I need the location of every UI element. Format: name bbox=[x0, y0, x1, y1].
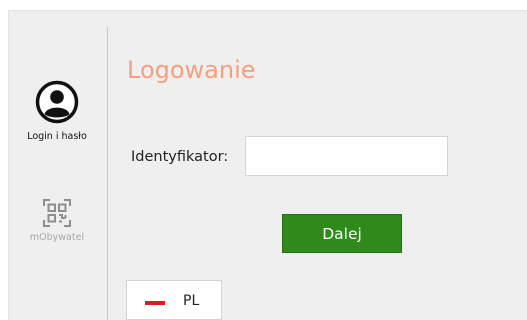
qr-code-icon bbox=[43, 199, 71, 227]
page-title: Logowanie bbox=[127, 56, 256, 84]
login-method-mobywatel-label: mObywatel bbox=[29, 232, 85, 243]
login-method-password-label: Login i hasło bbox=[27, 131, 87, 142]
language-selector[interactable]: PL bbox=[126, 280, 222, 320]
identifier-input[interactable] bbox=[245, 136, 448, 176]
sidebar-divider bbox=[107, 27, 108, 320]
login-method-mobywatel[interactable]: mObywatel bbox=[14, 198, 100, 243]
user-circle-icon bbox=[35, 80, 79, 124]
next-button[interactable]: Dalej bbox=[282, 214, 402, 253]
login-method-password[interactable]: Login i hasło bbox=[14, 80, 100, 142]
poland-flag-icon bbox=[145, 301, 165, 305]
language-code: PL bbox=[183, 293, 200, 309]
identifier-label: Identyfikator: bbox=[131, 149, 229, 165]
